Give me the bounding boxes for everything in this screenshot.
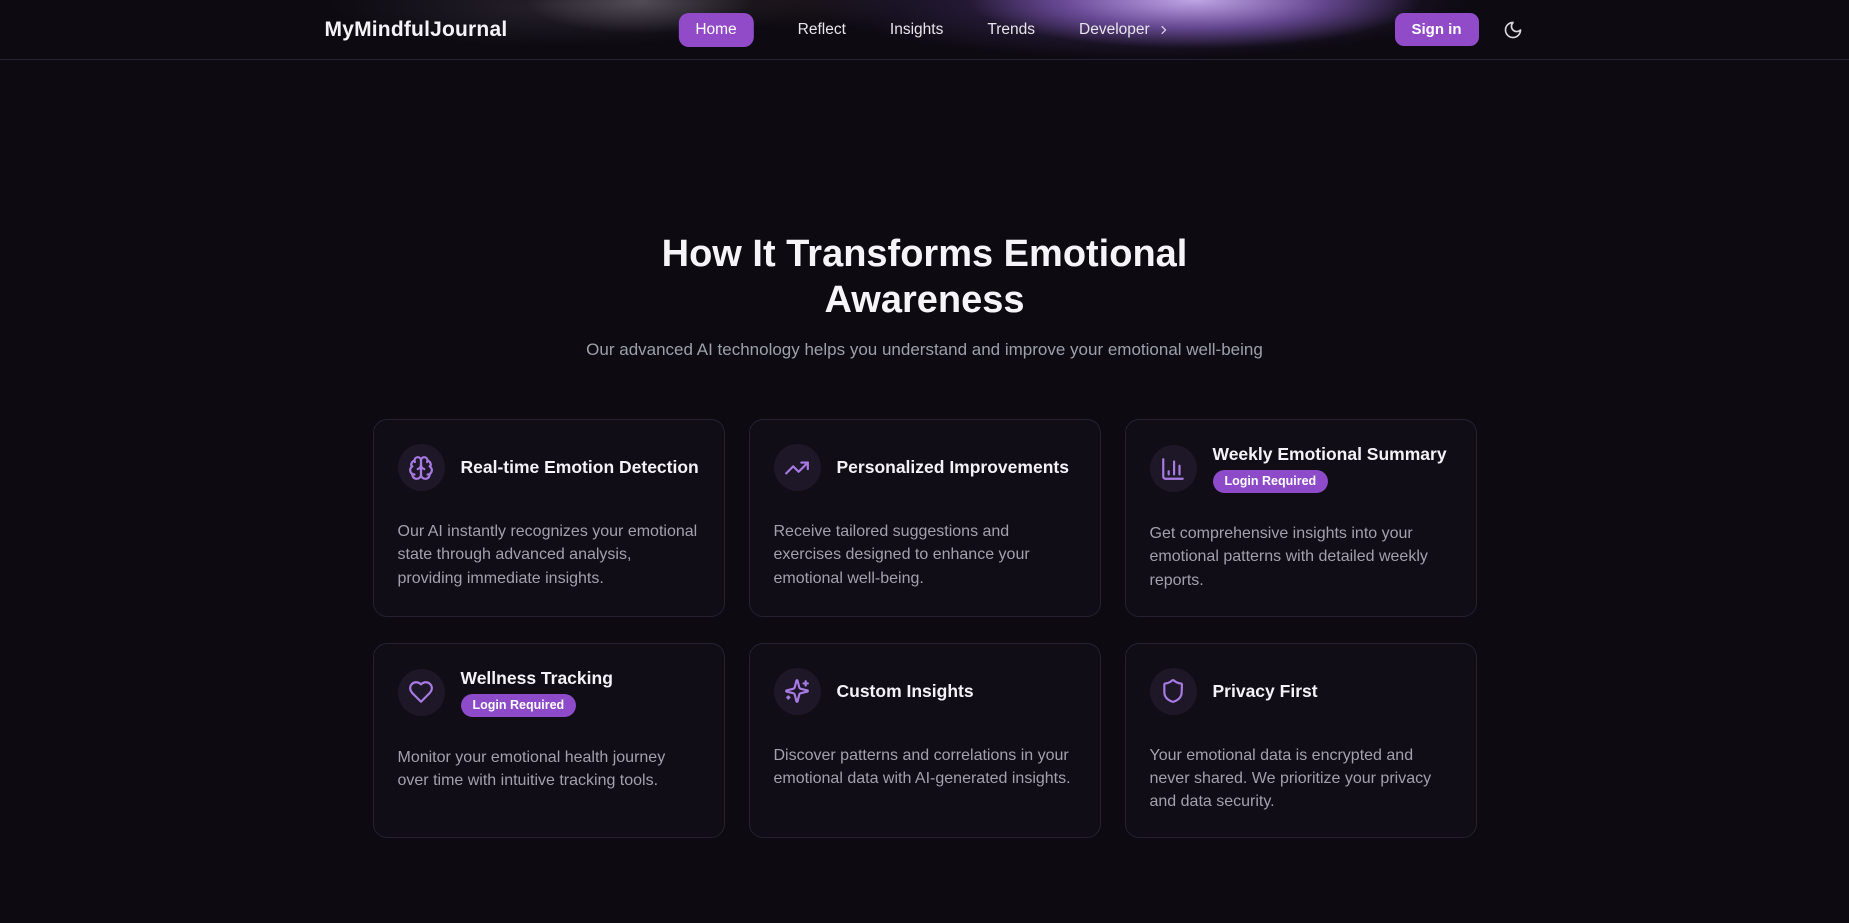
brain-icon (408, 455, 434, 481)
feature-card: Wellness Tracking Login Required Monitor y… (373, 643, 725, 839)
feature-icon-circle (1150, 445, 1197, 492)
feature-icon-circle (1150, 668, 1197, 715)
nav-item-label: Insights (890, 21, 943, 39)
feature-title-wrap: Custom Insights (837, 681, 974, 702)
feature-title-wrap: Personalized Improvements (837, 457, 1069, 478)
feature-description: Receive tailored suggestions and exercis… (774, 520, 1076, 590)
nav-item-developer[interactable]: Developer (1079, 21, 1171, 39)
theme-toggle-button[interactable] (1501, 18, 1525, 42)
feature-icon-circle (774, 444, 821, 491)
hero-section: How It Transforms Emotional Awareness Ou… (0, 60, 1849, 360)
feature-description: Your emotional data is encrypted and nev… (1150, 744, 1452, 814)
feature-card-header: Weekly Emotional Summary Login Required (1150, 444, 1452, 493)
top-nav: MyMindfulJournal Home Reflect Insights Tren… (0, 0, 1849, 60)
bar-chart-icon (1160, 456, 1186, 482)
shield-icon (1160, 678, 1186, 704)
feature-title: Privacy First (1213, 681, 1318, 702)
feature-icon-circle (398, 669, 445, 716)
feature-title-wrap: Wellness Tracking Login Required (461, 668, 613, 717)
sign-in-button[interactable]: Sign in (1395, 13, 1479, 46)
chevron-right-icon (1157, 23, 1171, 37)
feature-title: Custom Insights (837, 681, 974, 702)
feature-description: Monitor your emotional health journey ov… (398, 746, 700, 792)
nav-inner: MyMindfulJournal Home Reflect Insights Tren… (325, 0, 1525, 59)
feature-title: Wellness Tracking (461, 668, 613, 689)
feature-title: Personalized Improvements (837, 457, 1069, 478)
feature-title-wrap: Weekly Emotional Summary Login Required (1213, 444, 1447, 493)
main-nav: Home Reflect Insights Trends Developer (678, 13, 1170, 47)
nav-right: Sign in (1395, 13, 1525, 46)
feature-description: Discover patterns and correlations in yo… (774, 744, 1076, 790)
feature-card-header: Personalized Improvements (774, 444, 1076, 491)
feature-card: Custom Insights Discover patterns and cor… (749, 643, 1101, 839)
feature-card-header: Custom Insights (774, 668, 1076, 715)
feature-description: Our AI instantly recognizes your emotion… (398, 520, 700, 590)
nav-item-reflect[interactable]: Reflect (798, 21, 846, 39)
login-required-badge: Login Required (461, 694, 577, 717)
feature-card-header: Privacy First (1150, 668, 1452, 715)
nav-item-label: Reflect (798, 21, 846, 39)
nav-item-home[interactable]: Home (678, 13, 753, 47)
nav-item-label: Home (695, 21, 736, 39)
feature-icon-circle (398, 444, 445, 491)
page-subtitle: Our advanced AI technology helps you und… (0, 340, 1849, 360)
nav-item-trends[interactable]: Trends (987, 21, 1035, 39)
trending-up-icon (784, 455, 810, 481)
heart-icon (408, 679, 434, 705)
feature-icon-circle (774, 668, 821, 715)
nav-item-label: Developer (1079, 21, 1150, 39)
feature-card: Weekly Emotional Summary Login Required Ge… (1125, 419, 1477, 617)
sparkles-icon (784, 678, 810, 704)
page-title: How It Transforms Emotional Awareness (575, 232, 1275, 323)
features-grid: Real-time Emotion Detection Our AI instan… (373, 419, 1477, 838)
feature-title-wrap: Real-time Emotion Detection (461, 457, 699, 478)
feature-description: Get comprehensive insights into your emo… (1150, 522, 1452, 592)
login-required-badge: Login Required (1213, 470, 1329, 493)
feature-card-header: Wellness Tracking Login Required (398, 668, 700, 717)
feature-card: Privacy First Your emotional data is encr… (1125, 643, 1477, 839)
moon-icon (1503, 20, 1523, 40)
nav-item-label: Trends (987, 21, 1035, 39)
main-content: How It Transforms Emotional Awareness Ou… (0, 60, 1849, 838)
feature-title: Weekly Emotional Summary (1213, 444, 1447, 465)
feature-card-header: Real-time Emotion Detection (398, 444, 700, 491)
feature-card: Real-time Emotion Detection Our AI instan… (373, 419, 725, 617)
feature-title: Real-time Emotion Detection (461, 457, 699, 478)
feature-card: Personalized Improvements Receive tailore… (749, 419, 1101, 617)
feature-title-wrap: Privacy First (1213, 681, 1318, 702)
nav-item-insights[interactable]: Insights (890, 21, 943, 39)
brand-logo[interactable]: MyMindfulJournal (325, 18, 508, 42)
